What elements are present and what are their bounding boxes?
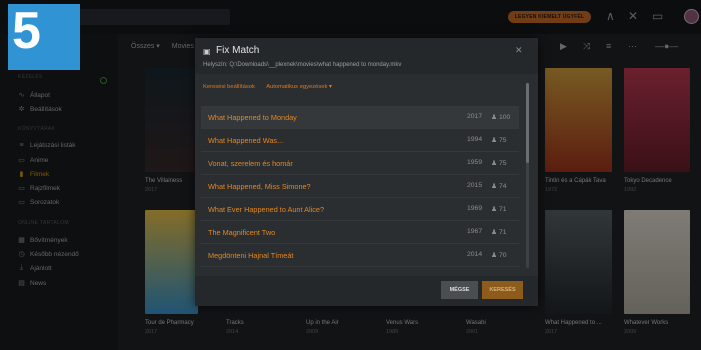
result-score: ♟ 75 — [491, 159, 507, 167]
result-score: ♟ 71 — [491, 228, 507, 236]
result-title: What Happened, Miss Simone? — [208, 182, 311, 191]
auto-match-dropdown[interactable]: Automatikus egyezések ▾ — [266, 84, 332, 90]
result-score: ♟ 100 — [491, 113, 510, 121]
match-result-row[interactable]: What Happened, Miss Simone? 2015 ♟ 74 — [201, 175, 519, 198]
match-result-row[interactable]: What Happened to Monday 2017 ♟ 100 — [201, 106, 519, 129]
match-score-icon: ♟ — [491, 137, 498, 144]
result-year: 1967 — [467, 228, 483, 235]
match-result-row[interactable]: What Ever Happened to Aunt Alice? 1969 ♟ 7… — [201, 198, 519, 221]
result-title: Megdönteni Hajnal Tímeát — [208, 251, 294, 260]
result-title: What Happened Was... — [208, 136, 284, 145]
result-score: ♟ 71 — [491, 205, 507, 213]
match-score-icon: ♟ — [491, 229, 498, 236]
result-score-value: 75 — [498, 137, 507, 144]
search-options-link[interactable]: Keresési beállítások — [203, 84, 255, 90]
result-score-value: 70 — [498, 252, 507, 259]
result-score-value: 100 — [498, 114, 511, 121]
match-results: What Happened to Monday 2017 ♟ 100 What Hap… — [201, 106, 519, 267]
dialog-header: ▣ Fix Match ✕ Helyszín: Q:\Downloads\__p… — [195, 38, 538, 74]
result-year: 1994 — [467, 136, 483, 143]
result-year: 1969 — [467, 205, 483, 212]
result-title: What Ever Happened to Aunt Alice? — [208, 205, 325, 214]
dialog-footer: MÉGSE KERESÉS — [195, 276, 538, 306]
dialog-title: Fix Match — [216, 45, 260, 56]
result-score: ♟ 75 — [491, 136, 507, 144]
result-title: The Magnificent Two — [208, 228, 276, 237]
result-year: 1959 — [467, 159, 483, 166]
close-icon[interactable]: ✕ — [515, 45, 523, 56]
result-year: 2015 — [467, 182, 483, 189]
result-score: ♟ 74 — [491, 182, 507, 190]
result-year: 2017 — [467, 113, 483, 120]
match-result-row[interactable]: What Happened Was... 1994 ♟ 75 — [201, 129, 519, 152]
match-score-icon: ♟ — [491, 160, 498, 167]
step-badge: 5 — [8, 2, 80, 70]
match-score-icon: ♟ — [491, 114, 498, 121]
match-result-row[interactable]: Vonat, szerelem és homár 1959 ♟ 75 — [201, 152, 519, 175]
scrollbar-thumb[interactable] — [526, 83, 529, 163]
match-result-row[interactable]: The Magnificent Two 1967 ♟ 71 — [201, 221, 519, 244]
match-score-icon: ♟ — [491, 206, 498, 213]
result-year: 2014 — [467, 251, 483, 258]
cancel-button[interactable]: MÉGSE — [441, 281, 478, 299]
search-button[interactable]: KERESÉS — [482, 281, 523, 299]
match-score-icon: ♟ — [491, 183, 498, 190]
fix-match-dialog: ▣ Fix Match ✕ Helyszín: Q:\Downloads\__p… — [195, 38, 538, 306]
match-score-icon: ♟ — [491, 252, 498, 259]
result-score: ♟ 70 — [491, 251, 507, 259]
result-score-value: 71 — [498, 229, 507, 236]
camera-icon: ▣ — [203, 47, 211, 56]
result-score-value: 75 — [498, 160, 507, 167]
result-score-value: 71 — [498, 206, 507, 213]
result-title: What Happened to Monday — [208, 113, 297, 122]
result-score-value: 74 — [498, 183, 507, 190]
result-title: Vonat, szerelem és homár — [208, 159, 293, 168]
match-result-row[interactable]: Megdönteni Hajnal Tímeát 2014 ♟ 70 — [201, 244, 519, 267]
file-path: Helyszín: Q:\Downloads\__plexnek\movies\… — [203, 62, 402, 68]
filter-bar: Keresési beállítások Automatikus egyezés… — [203, 84, 342, 90]
